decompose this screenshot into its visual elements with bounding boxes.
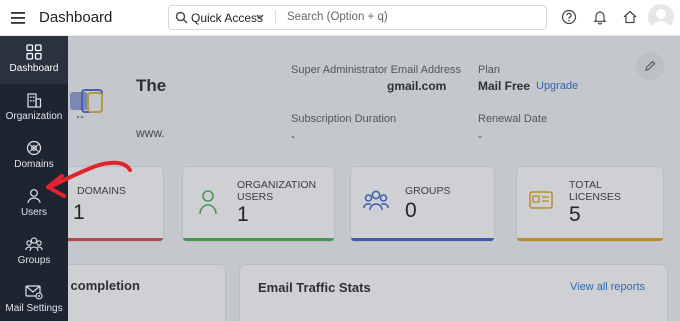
stat-value: 0 <box>405 199 417 222</box>
mail-settings-icon <box>25 285 43 300</box>
sidebar-item-groups[interactable]: Groups <box>0 228 68 276</box>
search-input[interactable]: Search (Option + q) <box>287 11 388 23</box>
stat-label-line1: ORGANIZATION <box>237 179 317 191</box>
edit-button[interactable] <box>636 52 664 80</box>
stat-accent-bar <box>351 238 494 241</box>
stat-value: 5 <box>569 203 581 226</box>
stat-card-total-licenses[interactable]: TOTAL LICENSES 5 <box>516 166 664 242</box>
stat-label-line2: USERS <box>237 191 274 203</box>
sidebar-item-label: Users <box>20 207 48 218</box>
stat-label-line1: TOTAL <box>569 179 602 191</box>
quick-access-dropdown[interactable]: Quick Access <box>191 11 263 25</box>
top-bar: Dashboard Quick Access Search (Option + … <box>0 0 680 36</box>
menu-icon[interactable] <box>10 9 28 27</box>
renewal-label: Renewal Date <box>478 113 548 125</box>
renewal-value: - <box>478 129 482 143</box>
user-icon <box>199 190 217 215</box>
stat-card-groups[interactable]: GROUPS 0 <box>350 166 495 242</box>
home-icon[interactable] <box>622 9 638 25</box>
org-logo <box>70 89 103 119</box>
license-icon <box>529 191 553 209</box>
bell-icon[interactable] <box>592 9 608 25</box>
traffic-title: Email Traffic Stats <box>258 280 371 295</box>
red-arrow-annotation <box>46 160 132 198</box>
plan-label: Plan <box>478 64 501 76</box>
chevron-down-icon[interactable] <box>256 14 264 20</box>
org-url: www. <box>136 126 165 140</box>
sidebar-item-label: Mail Settings <box>5 303 63 314</box>
search-bar[interactable]: Quick Access Search (Option + q) <box>168 5 547 30</box>
organization-icon <box>27 93 42 108</box>
email-value: gmail.com <box>387 79 447 93</box>
sidebar-item-label: Dashboard <box>9 63 59 74</box>
stat-card-organization-users[interactable]: ORGANIZATION USERS 1 <box>182 166 335 242</box>
setup-progress-card: p completion s <box>68 264 226 321</box>
sidebar-item-label: Groups <box>17 255 51 266</box>
page-title: Dashboard <box>39 9 113 26</box>
stat-value: 1 <box>237 203 249 226</box>
email-label: Super Administrator Email Address <box>291 64 461 76</box>
search-icon <box>175 11 188 24</box>
search-divider <box>275 10 276 25</box>
sidebar-item-organization[interactable]: Organization <box>0 84 68 132</box>
sidebar-item-label: Organization <box>5 111 63 122</box>
subscription-value: - <box>291 129 295 143</box>
stat-accent-bar <box>517 238 663 241</box>
subscription-label: Subscription Duration <box>291 113 397 125</box>
groups-icon <box>25 237 43 252</box>
sidebar-item-dashboard[interactable]: Dashboard <box>0 36 68 84</box>
sidebar-item-mail-settings[interactable]: Mail Settings <box>0 276 68 321</box>
globe-icon <box>26 140 42 156</box>
dashboard-icon <box>26 44 42 60</box>
upgrade-link[interactable]: Upgrade <box>536 80 578 92</box>
plan-value: Mail Free <box>478 79 531 93</box>
org-name: The <box>136 76 167 95</box>
stat-accent-bar <box>68 238 163 241</box>
groups-icon <box>363 190 389 211</box>
email-traffic-card: Email Traffic Stats View all reports <box>239 264 668 321</box>
stat-label: GROUPS <box>405 185 451 197</box>
stat-accent-bar <box>183 238 334 241</box>
stat-label-line2: LICENSES <box>569 191 621 203</box>
pencil-icon <box>645 60 656 71</box>
setup-title-line1: p completion <box>68 278 140 293</box>
help-icon[interactable] <box>561 9 577 25</box>
avatar[interactable] <box>648 4 674 30</box>
main-content: The www. Super Administrator Email Addre… <box>68 36 680 321</box>
view-all-reports-link[interactable]: View all reports <box>570 281 645 293</box>
